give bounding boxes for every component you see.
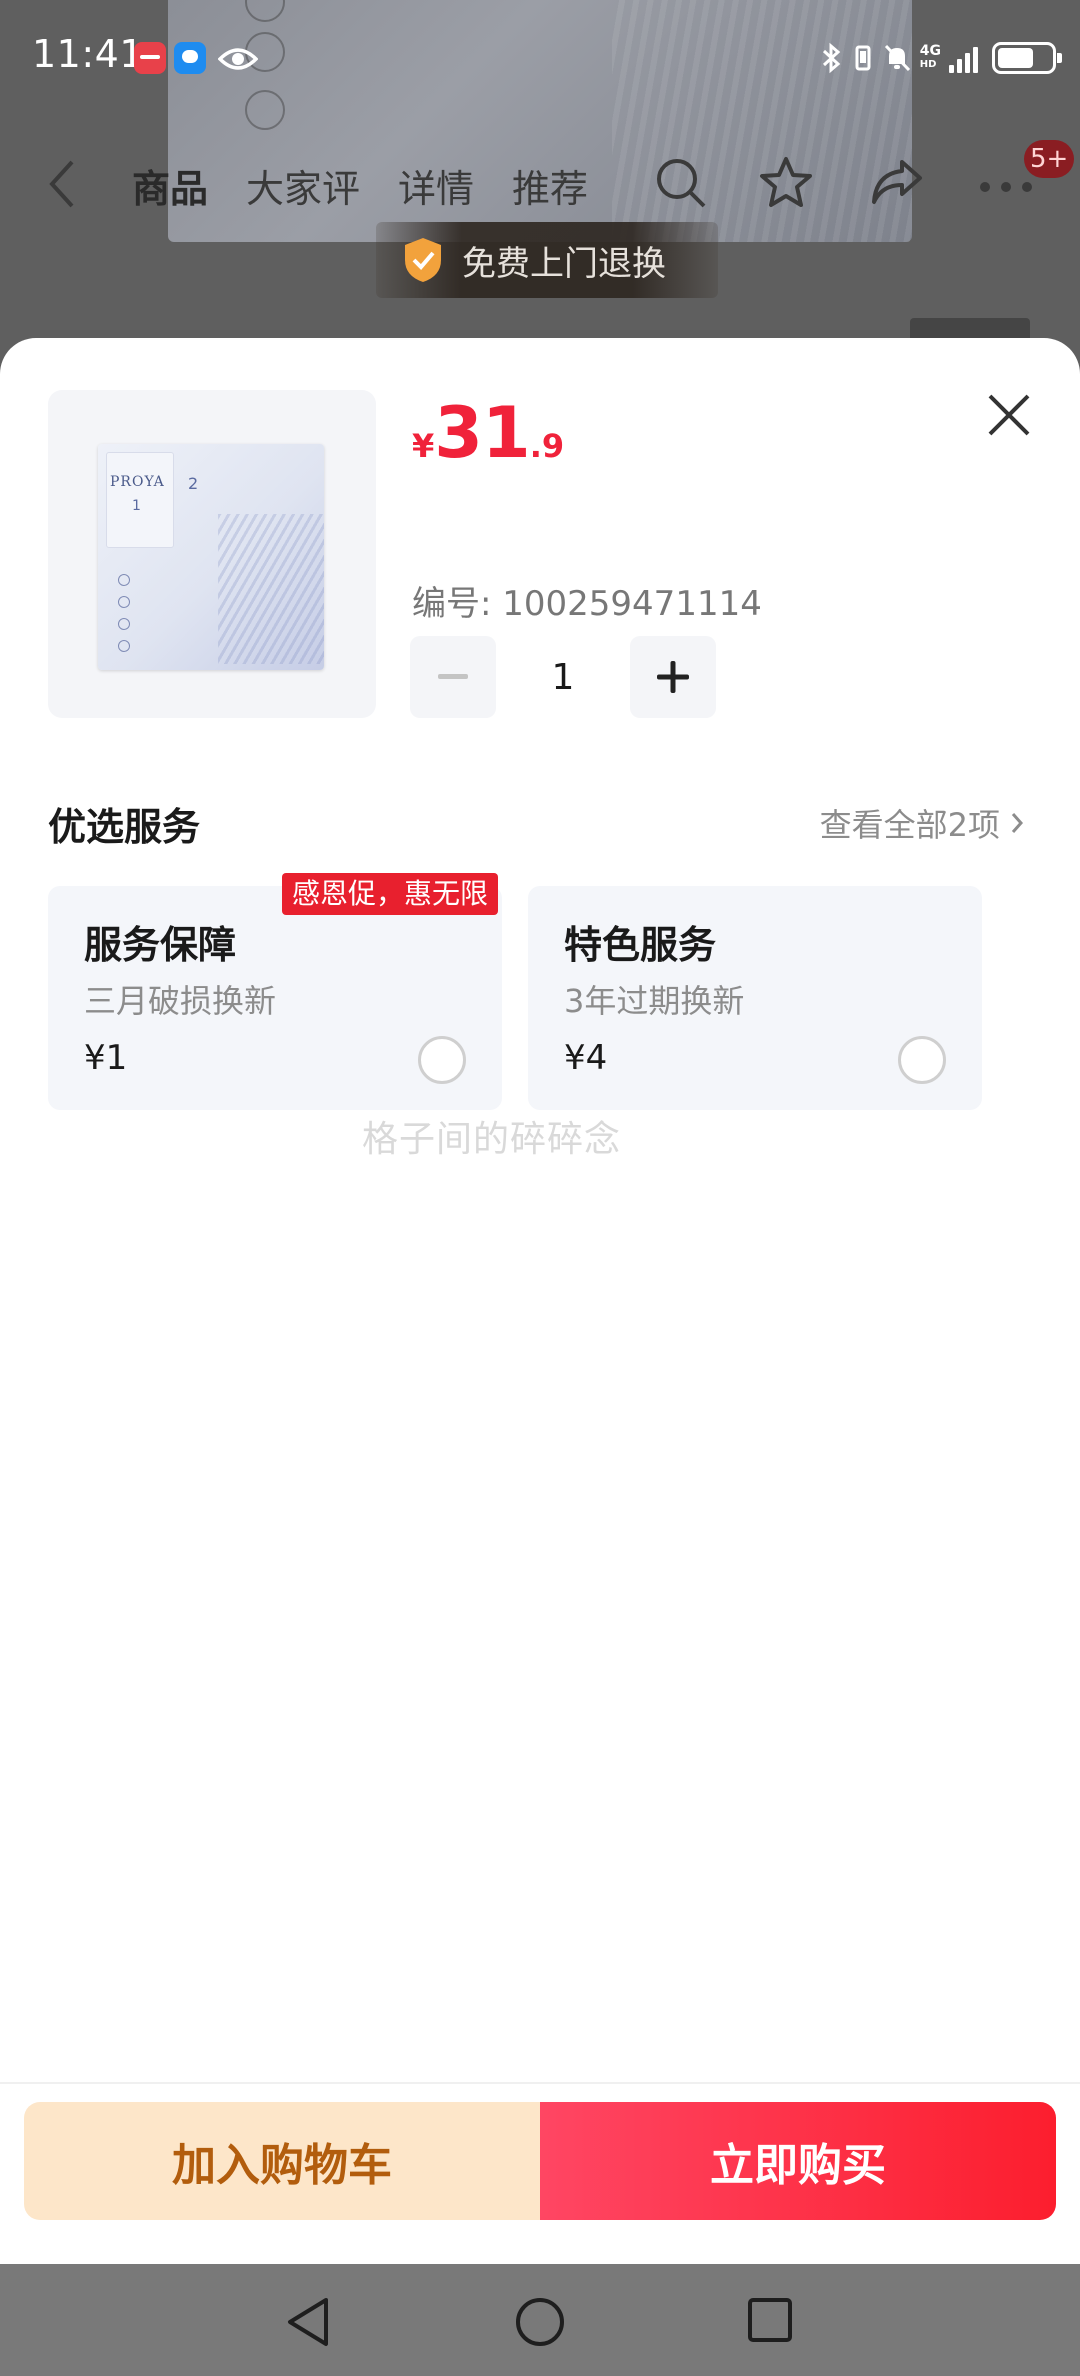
more-badge: 5+ [1024, 140, 1075, 178]
product-price: ¥ 31 .9 [412, 392, 565, 474]
quantity-value[interactable]: 1 [496, 657, 630, 698]
vibrate-icon [855, 45, 871, 71]
shield-check-icon [405, 238, 441, 282]
action-bar: 加入购物车 立即购买 [0, 2084, 1080, 2264]
search-icon[interactable] [654, 156, 708, 210]
add-to-cart-button[interactable]: 加入购物车 [24, 2102, 540, 2220]
service-card[interactable]: 特色服务 3年过期换新 ¥4 [528, 886, 982, 1110]
status-bar: 11:41 4G HD [0, 0, 1080, 118]
message-app-icon [174, 42, 206, 74]
sku-selection-sheet: PROYA 1 2 ¥ 31 .9 编号: 100259471114 1 优选服… [0, 338, 1080, 2263]
plus-icon [657, 661, 689, 693]
buy-now-button[interactable]: 立即购买 [540, 2102, 1056, 2220]
product-thumbnail[interactable]: PROYA 1 2 [48, 390, 376, 718]
service-radio[interactable] [418, 1036, 466, 1084]
service-subtitle: 3年过期换新 [564, 982, 745, 1020]
status-time: 11:41 [32, 32, 145, 76]
eye-icon [218, 48, 258, 70]
service-price: ¥1 [84, 1038, 128, 1078]
battery-icon [992, 42, 1062, 74]
nav-home-icon[interactable] [514, 2296, 566, 2348]
free-return-banner: 免费上门退换 [376, 222, 718, 298]
bluetooth-icon [822, 42, 841, 74]
promo-tag: 感恩促，惠无限 [282, 873, 499, 915]
system-nav-bar [0, 2264, 1080, 2376]
sku-number: 编号: 100259471114 [412, 584, 762, 624]
mute-icon [884, 44, 910, 72]
tab-product[interactable]: 商品 [132, 158, 208, 213]
decrease-button[interactable] [410, 636, 496, 718]
minus-icon [438, 674, 468, 679]
close-icon[interactable] [984, 390, 1034, 440]
nav-recents-icon[interactable] [746, 2296, 794, 2344]
service-card[interactable]: 服务保障 三月破损换新 ¥1 [48, 886, 502, 1110]
tab-recommend[interactable]: 推荐 [512, 158, 588, 213]
network-type: 4G HD [919, 43, 941, 70]
increase-button[interactable] [630, 636, 716, 718]
tab-reviews[interactable]: 大家评 [246, 158, 360, 213]
free-return-text: 免费上门退换 [462, 243, 666, 284]
tab-details[interactable]: 详情 [398, 158, 474, 213]
quantity-stepper: 1 [410, 636, 716, 718]
watermark-text: 格子间的碎碎念 [362, 1119, 622, 1160]
notification-app-icon [134, 42, 166, 74]
more-icon[interactable] [978, 180, 1034, 194]
product-nav-bar: 商品 大家评 详情 推荐 5+ [0, 140, 1080, 230]
services-section-title: 优选服务 [48, 805, 201, 849]
nav-back-icon[interactable] [284, 2296, 332, 2348]
product-package-image: PROYA 1 2 [98, 444, 324, 670]
view-all-services-link[interactable]: 查看全部2项 [820, 800, 1024, 846]
service-price: ¥4 [564, 1038, 608, 1078]
service-radio[interactable] [898, 1036, 946, 1084]
service-title: 服务保障 [84, 923, 237, 967]
share-icon[interactable] [868, 156, 924, 210]
signal-icon [949, 43, 978, 73]
star-icon[interactable] [758, 156, 814, 210]
service-title: 特色服务 [564, 923, 717, 967]
back-arrow-icon[interactable] [46, 158, 76, 210]
service-subtitle: 三月破损换新 [84, 982, 277, 1020]
chevron-right-icon [1011, 813, 1024, 833]
